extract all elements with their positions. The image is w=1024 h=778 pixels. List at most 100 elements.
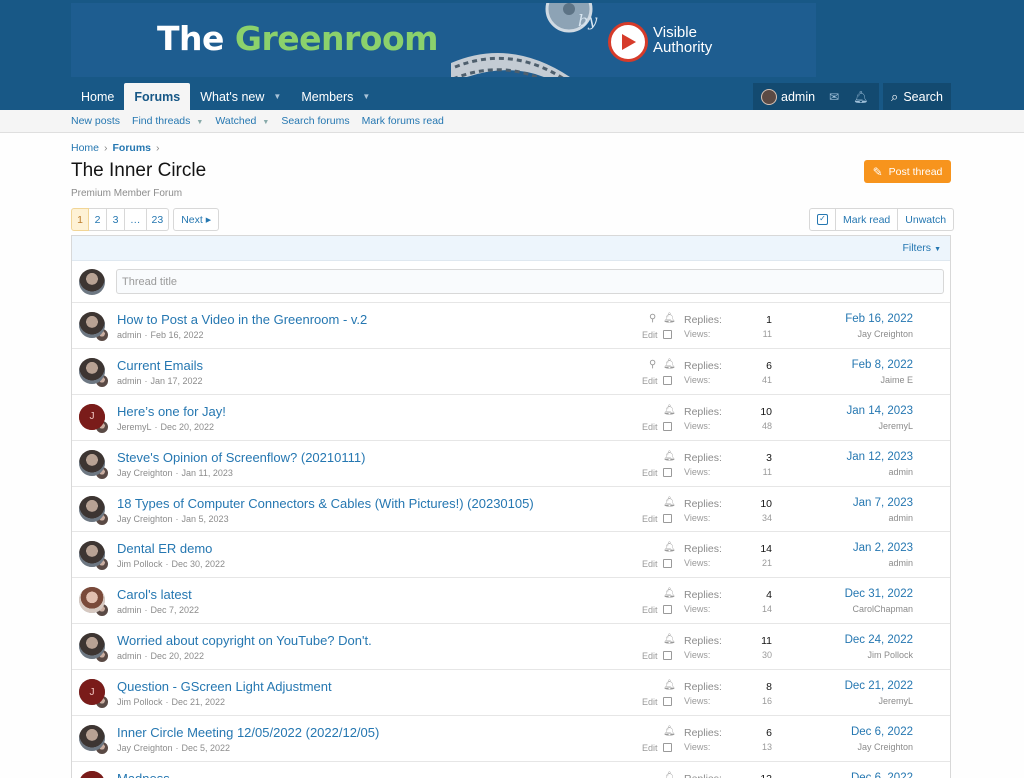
select-checkbox[interactable] — [663, 743, 672, 753]
nav-forums[interactable]: Forums — [124, 83, 191, 110]
chevron-down-icon[interactable]: ▼ — [262, 119, 269, 126]
subnav-find-threads[interactable]: Find threads ▼ — [132, 115, 203, 127]
last-post-user[interactable]: Jaime E — [880, 375, 913, 385]
last-post-date[interactable]: Dec 6, 2022 — [851, 726, 913, 738]
thread-title[interactable]: Here’s one for Jay! — [117, 404, 226, 419]
thread-author[interactable]: JeremyL — [117, 422, 152, 432]
last-poster-avatar[interactable] — [79, 312, 105, 338]
last-post-user[interactable]: CarolChapman — [852, 604, 913, 614]
last-poster-avatar[interactable] — [79, 770, 105, 778]
thread-row[interactable]: Current Emails admin · Jan 17, 2022 ⚲ 🔔︎ E… — [72, 349, 950, 395]
bell-icon[interactable]: 🔔︎ — [853, 90, 868, 104]
last-post-date[interactable]: Dec 21, 2022 — [845, 680, 913, 692]
last-post-date[interactable]: Feb 8, 2022 — [852, 359, 913, 371]
edit-link[interactable]: Edit — [642, 376, 658, 386]
unwatch-button[interactable]: Unwatch — [898, 208, 955, 231]
page-1[interactable]: 1 — [71, 208, 89, 231]
thread-date[interactable]: Jan 11, 2023 — [182, 468, 233, 478]
thread-author[interactable]: Jay Creighton — [117, 743, 173, 753]
page-ellipsis[interactable]: … — [125, 208, 147, 231]
thread-title[interactable]: Inner Circle Meeting 12/05/2022 (2022/12… — [117, 725, 379, 740]
last-post-user[interactable]: JeremyL — [878, 696, 913, 706]
thread-date[interactable]: Jan 5, 2023 — [182, 514, 229, 524]
thread-title[interactable]: Dental ER demo — [117, 541, 212, 556]
edit-link[interactable]: Edit — [642, 422, 658, 432]
thread-title[interactable]: Worried about copyright on YouTube? Don'… — [117, 633, 372, 648]
last-post-date[interactable]: Jan 12, 2023 — [846, 451, 913, 463]
thread-row[interactable]: JeremyL J Here’s one for Jay! JeremyL·Dec… — [72, 395, 950, 441]
last-post-user[interactable]: Jim Pollock — [867, 650, 913, 660]
thread-date[interactable]: Dec 21, 2022 — [172, 697, 226, 707]
edit-link[interactable]: Edit — [642, 330, 658, 340]
edit-link[interactable]: Edit — [642, 514, 658, 524]
chevron-down-icon[interactable]: ▼ — [196, 119, 203, 126]
thread-date[interactable]: Dec 20, 2022 — [151, 651, 205, 661]
thread-author[interactable]: Jim Pollock — [117, 697, 163, 707]
last-poster-avatar[interactable] — [79, 357, 105, 384]
edit-link[interactable]: Edit — [642, 697, 658, 707]
edit-link[interactable]: Edit — [642, 605, 658, 615]
last-poster-avatar[interactable] — [79, 725, 105, 752]
last-poster-avatar[interactable]: J — [79, 403, 105, 430]
last-poster-avatar[interactable] — [79, 495, 105, 522]
thread-title[interactable]: Madness — [117, 771, 170, 778]
chevron-down-icon[interactable]: ▼ — [273, 92, 281, 101]
select-threads-button[interactable]: ✓ — [809, 208, 836, 231]
select-checkbox[interactable] — [663, 513, 672, 523]
select-checkbox[interactable] — [663, 330, 672, 339]
thread-row[interactable]: Steve's Opinion of Screenflow? (20210111… — [72, 441, 950, 487]
edit-link[interactable]: Edit — [642, 743, 658, 753]
thread-author[interactable]: admin — [117, 376, 142, 386]
next-page-button[interactable]: Next ▶ — [173, 208, 220, 231]
last-post-date[interactable]: Dec 6, 2022 — [851, 772, 913, 778]
thread-row[interactable]: 18 Types of Computer Connectors & Cables… — [72, 487, 950, 533]
select-checkbox[interactable] — [663, 651, 672, 661]
thread-title[interactable]: Carol's latest — [117, 587, 192, 602]
thread-row[interactable]: Question - GScreen Light Adjustment Jim … — [72, 670, 950, 717]
site-banner[interactable]: The Greenroom by Visible Authority — [71, 3, 816, 77]
select-checkbox[interactable] — [663, 605, 672, 615]
last-post-date[interactable]: Dec 24, 2022 — [845, 634, 913, 646]
nav-whats-new[interactable]: What's new ▼ — [190, 83, 291, 110]
thread-author[interactable]: Jim Pollock — [117, 559, 163, 569]
page-23[interactable]: 23 — [146, 208, 170, 231]
edit-link[interactable]: Edit — [642, 468, 658, 478]
thread-title[interactable]: How to Post a Video in the Greenroom - v… — [117, 312, 367, 327]
last-post-date[interactable]: Feb 16, 2022 — [845, 313, 913, 325]
envelope-icon[interactable]: ✉ — [829, 90, 839, 104]
thread-author[interactable]: Jay Creighton — [117, 514, 173, 524]
thread-date[interactable]: Dec 5, 2022 — [182, 743, 231, 753]
edit-link[interactable]: Edit — [642, 559, 658, 569]
thread-row[interactable]: JeremyLJ Madness JeremyL· 🔔︎ Edit Replie… — [72, 762, 950, 778]
last-post-date[interactable]: Jan 2, 2023 — [853, 542, 913, 554]
thread-date[interactable]: Dec 30, 2022 — [172, 559, 226, 569]
breadcrumb-forums[interactable]: Forums — [113, 142, 152, 154]
thread-title[interactable]: Current Emails — [117, 358, 203, 373]
thread-date[interactable]: Dec 20, 2022 — [161, 422, 215, 432]
breadcrumb-home[interactable]: Home — [71, 142, 99, 154]
subnav-mark-forums-read[interactable]: Mark forums read — [362, 115, 444, 127]
last-post-date[interactable]: Jan 7, 2023 — [853, 497, 913, 509]
thread-date[interactable]: Jan 17, 2022 — [151, 376, 203, 386]
thread-row[interactable]: Worried about copyright on YouTube? Don'… — [72, 624, 950, 671]
page-3[interactable]: 3 — [107, 208, 125, 231]
thread-date[interactable]: Feb 16, 2022 — [151, 330, 204, 340]
select-checkbox[interactable] — [663, 559, 672, 569]
filters-menu[interactable]: Filters ▼ — [902, 242, 941, 254]
search-button[interactable]: ⌕ Search — [883, 83, 951, 110]
last-post-date[interactable]: Jan 14, 2023 — [846, 405, 913, 417]
subnav-new-posts[interactable]: New posts — [71, 115, 120, 127]
nav-members[interactable]: Members ▼ — [291, 83, 380, 110]
thread-title[interactable]: Steve's Opinion of Screenflow? (20210111… — [117, 450, 365, 465]
thread-author[interactable]: admin — [117, 330, 142, 340]
last-post-user[interactable]: JeremyL — [878, 421, 913, 431]
user-menu[interactable]: admin ✉ 🔔︎ — [753, 83, 879, 110]
chevron-down-icon[interactable]: ▼ — [362, 92, 370, 101]
last-poster-avatar[interactable] — [79, 449, 105, 476]
last-post-user[interactable]: admin — [888, 467, 913, 477]
thread-date[interactable]: Dec 7, 2022 — [151, 605, 200, 615]
mark-read-button[interactable]: Mark read — [836, 208, 899, 231]
thread-row[interactable]: Dental ER demo Jim Pollock · Dec 30, 2022 … — [72, 532, 950, 579]
select-checkbox[interactable] — [663, 375, 672, 385]
thread-author[interactable]: Jay Creighton — [117, 468, 173, 478]
